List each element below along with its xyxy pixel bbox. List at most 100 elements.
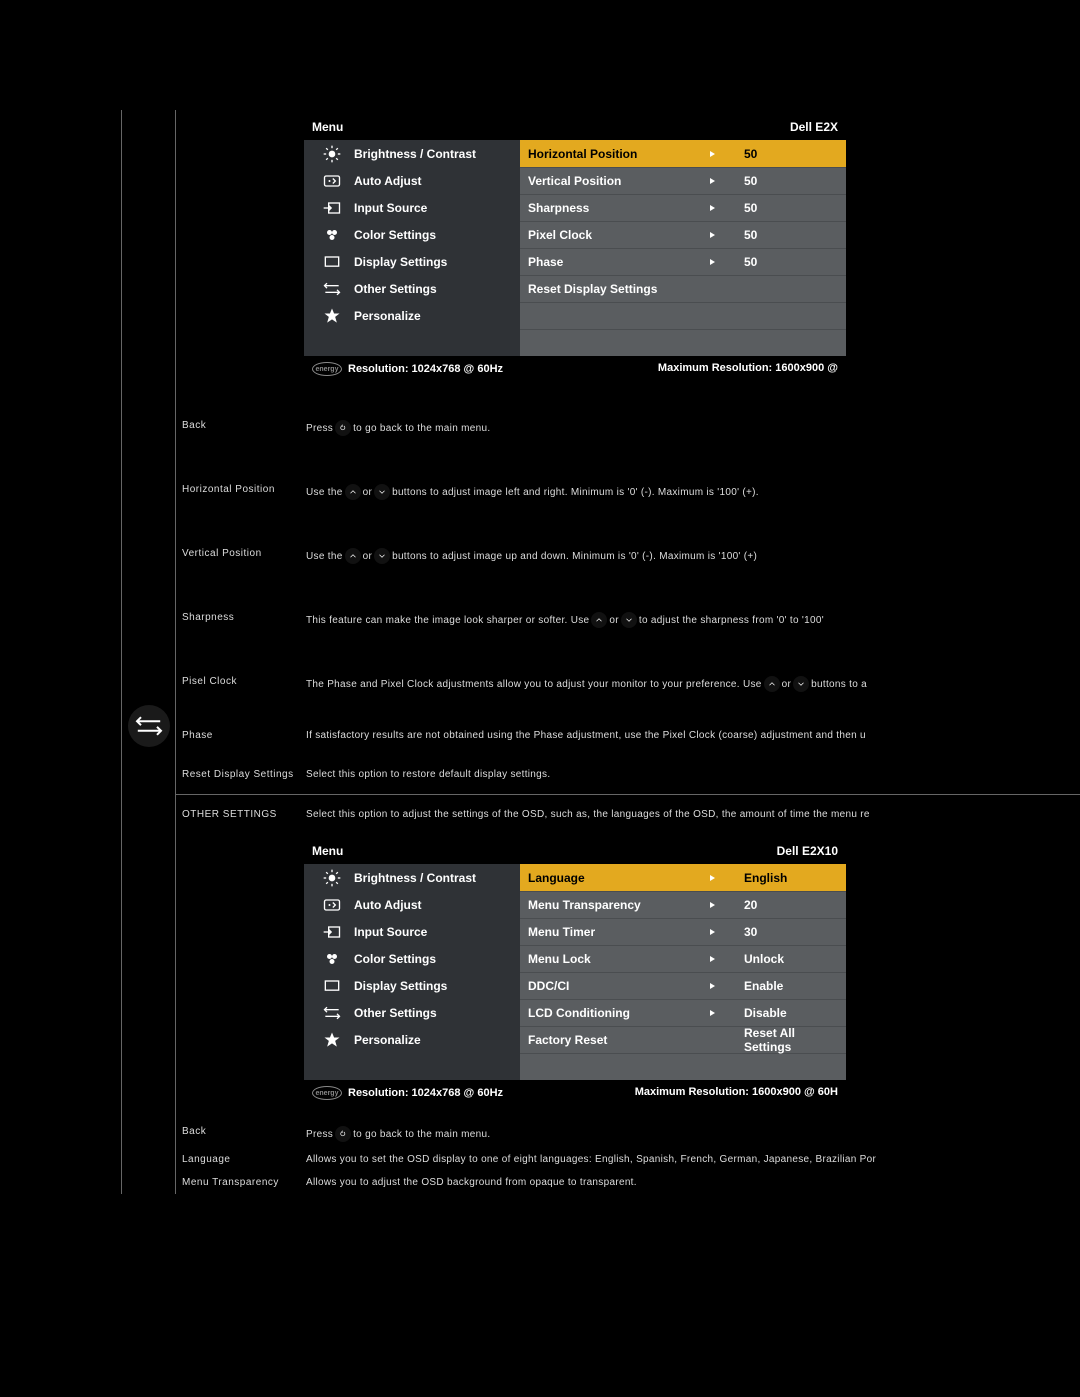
osd-option-label: Vertical Position — [528, 174, 706, 188]
osd-other-settings: Menu Dell E2X10 Brightness / Contrast Aut… — [176, 838, 1080, 1106]
play-icon — [706, 980, 728, 992]
osd-model: Dell E2X10 — [777, 844, 838, 858]
doc-row: BackPress to go back to the main menu. — [176, 396, 1080, 460]
osd-menu-item[interactable]: Color Settings — [304, 945, 520, 972]
osd-option-label: LCD Conditioning — [528, 1006, 706, 1020]
energy-badge: energy Resolution: 1024x768 @ 60Hz — [312, 362, 503, 376]
osd-option-row[interactable]: Horizontal Position50 — [520, 140, 846, 167]
osd-option-value: 50 — [728, 174, 838, 188]
osd-option-label: Factory Reset — [528, 1033, 706, 1047]
osd-menu-label: Personalize — [354, 309, 421, 323]
doc-row: Horizontal PositionUse the or buttons to… — [176, 460, 1080, 524]
doc-row-desc: Use the or buttons to adjust image up an… — [300, 524, 1080, 588]
osd-maxres: Maximum Resolution: 1600x900 @ — [658, 362, 838, 376]
doc-row-label: Menu Transparency — [176, 1171, 300, 1194]
osd-option-label: Sharpness — [528, 201, 706, 215]
osd-menu-item[interactable]: Display Settings — [304, 248, 520, 275]
play-icon — [706, 1007, 728, 1019]
play-icon — [706, 872, 728, 884]
down-icon — [621, 612, 637, 628]
osd-option-row[interactable]: Menu LockUnlock — [520, 945, 846, 972]
up-icon — [591, 612, 607, 628]
osd-option-row[interactable]: Pixel Clock50 — [520, 221, 846, 248]
back-icon — [335, 1126, 351, 1142]
color-icon — [320, 225, 344, 245]
other-settings-icon — [128, 705, 170, 747]
osd-option-row[interactable]: Menu Timer30 — [520, 918, 846, 945]
osd-option-label: Menu Transparency — [528, 898, 706, 912]
doc-row: Vertical PositionUse the or buttons to a… — [176, 524, 1080, 588]
star-icon — [320, 306, 344, 326]
down-icon — [374, 484, 390, 500]
osd-title: Menu — [312, 120, 343, 134]
osd-menu-item[interactable]: Other Settings — [304, 275, 520, 302]
osd-option-row[interactable]: LCD ConditioningDisable — [520, 999, 846, 1026]
osd-option-row[interactable]: Menu Transparency20 — [520, 891, 846, 918]
osd-option-row[interactable]: Sharpness50 — [520, 194, 846, 221]
osd-option-row[interactable]: Phase 50 — [520, 248, 846, 275]
osd-menu-label: Color Settings — [354, 952, 436, 966]
play-icon — [706, 175, 728, 187]
osd-option-row[interactable]: Reset Display Settings — [520, 275, 846, 302]
osd-option-row[interactable]: Vertical Position 50 — [520, 167, 846, 194]
osd-option-label: Language — [528, 871, 706, 885]
osd-option-row[interactable]: LanguageEnglish — [520, 864, 846, 891]
doc-row: SharpnessThis feature can make the image… — [176, 588, 1080, 652]
osd-menu-item[interactable]: Brightness / Contrast — [304, 864, 520, 891]
osd-menu-label: Personalize — [354, 1033, 421, 1047]
other-settings-desc: Select this option to adjust the setting… — [300, 795, 1080, 834]
osd-menu-item[interactable]: Brightness / Contrast — [304, 140, 520, 167]
display-icon — [320, 252, 344, 272]
play-icon — [706, 926, 728, 938]
brightness-icon — [320, 868, 344, 888]
doc-row-label: Back — [176, 1120, 300, 1143]
osd-option-value: 50 — [728, 255, 838, 269]
down-icon — [793, 676, 809, 692]
auto-icon — [320, 895, 344, 915]
osd-menu-item[interactable]: Color Settings — [304, 221, 520, 248]
energy-badge: energy Resolution: 1024x768 @ 60Hz — [312, 1086, 503, 1100]
doc-row-label: Reset Display Settings — [176, 755, 300, 794]
play-icon — [706, 953, 728, 965]
osd-menu-item[interactable]: Display Settings — [304, 972, 520, 999]
other-icon — [320, 279, 344, 299]
osd-option-row[interactable]: Factory ResetReset All Settings — [520, 1026, 846, 1053]
doc-row: Menu TransparencyAllows you to adjust th… — [176, 1171, 1080, 1194]
osd-menu-item[interactable]: Auto Adjust — [304, 891, 520, 918]
osd-option-value: Enable — [728, 979, 838, 993]
osd-menu-label: Auto Adjust — [354, 898, 422, 912]
doc-row-desc: This feature can make the image look sha… — [300, 588, 1080, 652]
doc-icon-column — [122, 110, 176, 1194]
osd-menu-item[interactable]: Other Settings — [304, 999, 520, 1026]
osd-menu-item[interactable]: Input Source — [304, 918, 520, 945]
osd-option-row — [520, 1053, 846, 1080]
play-icon — [706, 202, 728, 214]
osd-option-label: Phase — [528, 255, 706, 269]
osd-option-label: DDC/CI — [528, 979, 706, 993]
osd-menu-item[interactable]: Personalize — [304, 302, 520, 329]
doc-row-label: Horizontal Position — [176, 460, 300, 519]
other-settings-label: OTHER SETTINGS — [176, 795, 300, 834]
osd-option-row[interactable]: DDC/CI Enable — [520, 972, 846, 999]
osd-option-label: Reset Display Settings — [528, 282, 706, 296]
doc-row-label: Language — [176, 1148, 300, 1171]
osd-menu-item[interactable]: Auto Adjust — [304, 167, 520, 194]
play-icon — [706, 229, 728, 241]
osd-title: Menu — [312, 844, 343, 858]
osd-menu-label: Brightness / Contrast — [354, 147, 476, 161]
doc-row-desc: The Phase and Pixel Clock adjustments al… — [300, 652, 1080, 716]
osd-option-label: Menu Timer — [528, 925, 706, 939]
osd-menu-label: Auto Adjust — [354, 174, 422, 188]
doc-row-desc: Press to go back to the main menu. — [300, 1120, 1080, 1148]
osd-model: Dell E2X — [790, 120, 838, 134]
doc-row: Pisel ClockThe Phase and Pixel Clock adj… — [176, 652, 1080, 716]
osd-menu-item[interactable]: Personalize — [304, 1026, 520, 1053]
doc-row-desc: Press to go back to the main menu. — [300, 396, 1080, 460]
down-icon — [374, 548, 390, 564]
osd-menu-item[interactable]: Input Source — [304, 194, 520, 221]
osd-option-value: Unlock — [728, 952, 838, 966]
other-settings-header-row: OTHER SETTINGS Select this option to adj… — [176, 794, 1080, 834]
back-icon — [335, 420, 351, 436]
osd-menu-label: Display Settings — [354, 979, 447, 993]
up-icon — [345, 484, 361, 500]
